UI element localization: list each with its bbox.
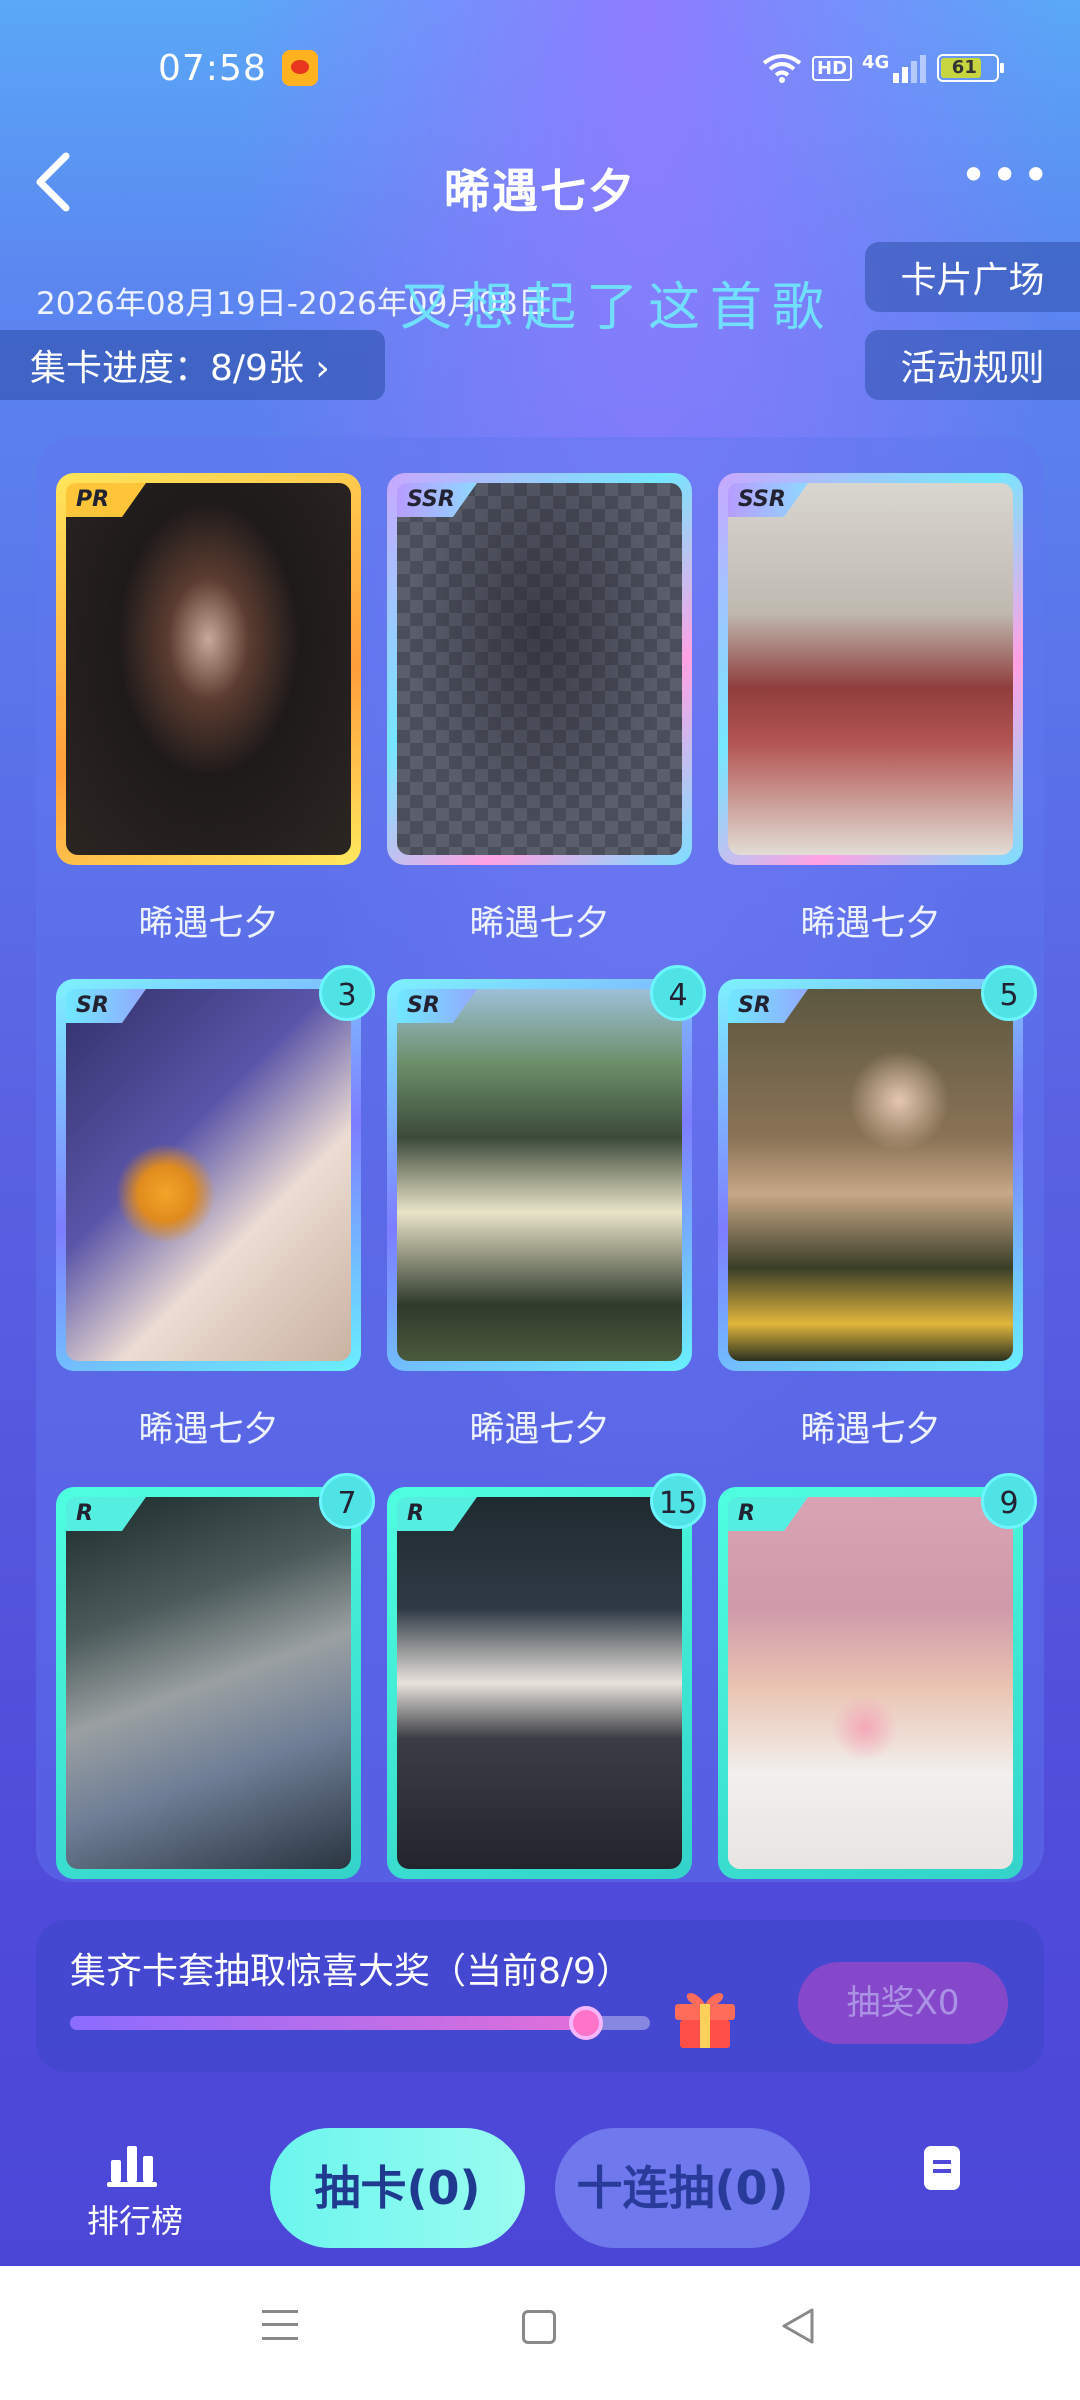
collection-progress-bar (70, 2006, 650, 2040)
card-item[interactable]: PR (56, 473, 361, 865)
prize-description: 集齐卡套抽取惊喜大奖（当前8/9） (70, 1951, 632, 1992)
status-time: 07:58 (158, 48, 267, 89)
gift-icon (675, 1993, 735, 2048)
draw-prize-button[interactable]: 抽奖X0 (798, 1962, 1008, 2044)
card-item[interactable]: SSR (718, 473, 1023, 865)
nav-home-icon[interactable] (522, 2310, 556, 2344)
system-nav-bar (0, 2266, 1080, 2400)
card-count-badge: 9 (981, 1473, 1037, 1529)
card-name: 晞遇七夕 (800, 1410, 941, 1450)
card-photo (66, 483, 351, 855)
card-item[interactable]: SR 3 (56, 965, 375, 1371)
card-photo (728, 989, 1013, 1361)
battery-icon: 61 (937, 54, 1005, 82)
card-grid: PR SSR SSR 晞遇七夕 晞遇七夕 晞遇七夕 SR 3 SR 4 SR 5… (36, 437, 1044, 1882)
progress-fill (70, 2016, 587, 2030)
nav-menu-icon[interactable] (262, 2310, 298, 2340)
card-item[interactable]: SR 4 (387, 965, 706, 1371)
card-item[interactable]: R 9 (718, 1473, 1037, 1879)
card-count-badge: 7 (319, 1473, 375, 1529)
card-item[interactable]: R 7 (56, 1473, 375, 1879)
card-name: 晞遇七夕 (138, 1410, 279, 1450)
card-count-badge: 3 (319, 965, 375, 1021)
status-bar: 07:58 HD 4G 61 (0, 0, 1080, 140)
card-count-badge: 15 (650, 1473, 706, 1529)
more-options-button[interactable]: ••• (960, 152, 1049, 210)
ranking-label: 排行榜 (86, 2202, 183, 2240)
card-name: 晞遇七夕 (800, 904, 941, 944)
card-name: 晞遇七夕 (138, 904, 279, 944)
ranking-button[interactable]: 排行榜 (70, 2130, 200, 2240)
lyric-overlay: 又想起了这首歌 (400, 278, 835, 338)
nav-back-icon[interactable] (780, 2306, 816, 2346)
activity-rules-button[interactable]: 活动规则 (865, 330, 1080, 400)
card-square-button[interactable]: 卡片广场 (865, 242, 1080, 312)
card-photo (66, 1497, 351, 1869)
collection-progress-button[interactable]: 集卡进度：8/9张 › (0, 330, 385, 400)
wifi-icon (762, 54, 802, 83)
card-item-locked[interactable]: SSR (387, 473, 692, 865)
network-label: 4G (862, 52, 890, 73)
card-item[interactable]: SR 5 (718, 965, 1037, 1371)
card-count-badge: 4 (650, 965, 706, 1021)
page-title: 晞遇七夕 (444, 164, 636, 218)
status-icons: HD 4G 61 (762, 52, 1005, 84)
ten-draw-button[interactable]: 十连抽(0) (555, 2128, 810, 2248)
card-photo (66, 989, 351, 1361)
card-photo (397, 989, 682, 1361)
battery-level: 61 (951, 57, 977, 78)
card-count-badge: 5 (981, 965, 1037, 1021)
signal-icon (893, 55, 927, 83)
card-name: 晞遇七夕 (469, 1410, 610, 1450)
document-icon[interactable] (924, 2146, 960, 2190)
card-name: 晞遇七夕 (469, 904, 610, 944)
card-photo-locked (397, 483, 682, 855)
card-photo (728, 1497, 1013, 1869)
progress-knob (569, 2006, 604, 2040)
hd-badge: HD (812, 55, 853, 81)
card-photo (728, 483, 1013, 855)
draw-card-button[interactable]: 抽卡(0) (270, 2128, 525, 2248)
prize-panel: 集齐卡套抽取惊喜大奖（当前8/9） 抽奖X0 (36, 1920, 1044, 2072)
card-item[interactable]: R 15 (387, 1473, 706, 1879)
weibo-app-icon (282, 50, 318, 86)
bar-chart-icon (107, 2146, 157, 2187)
card-photo (397, 1497, 682, 1869)
